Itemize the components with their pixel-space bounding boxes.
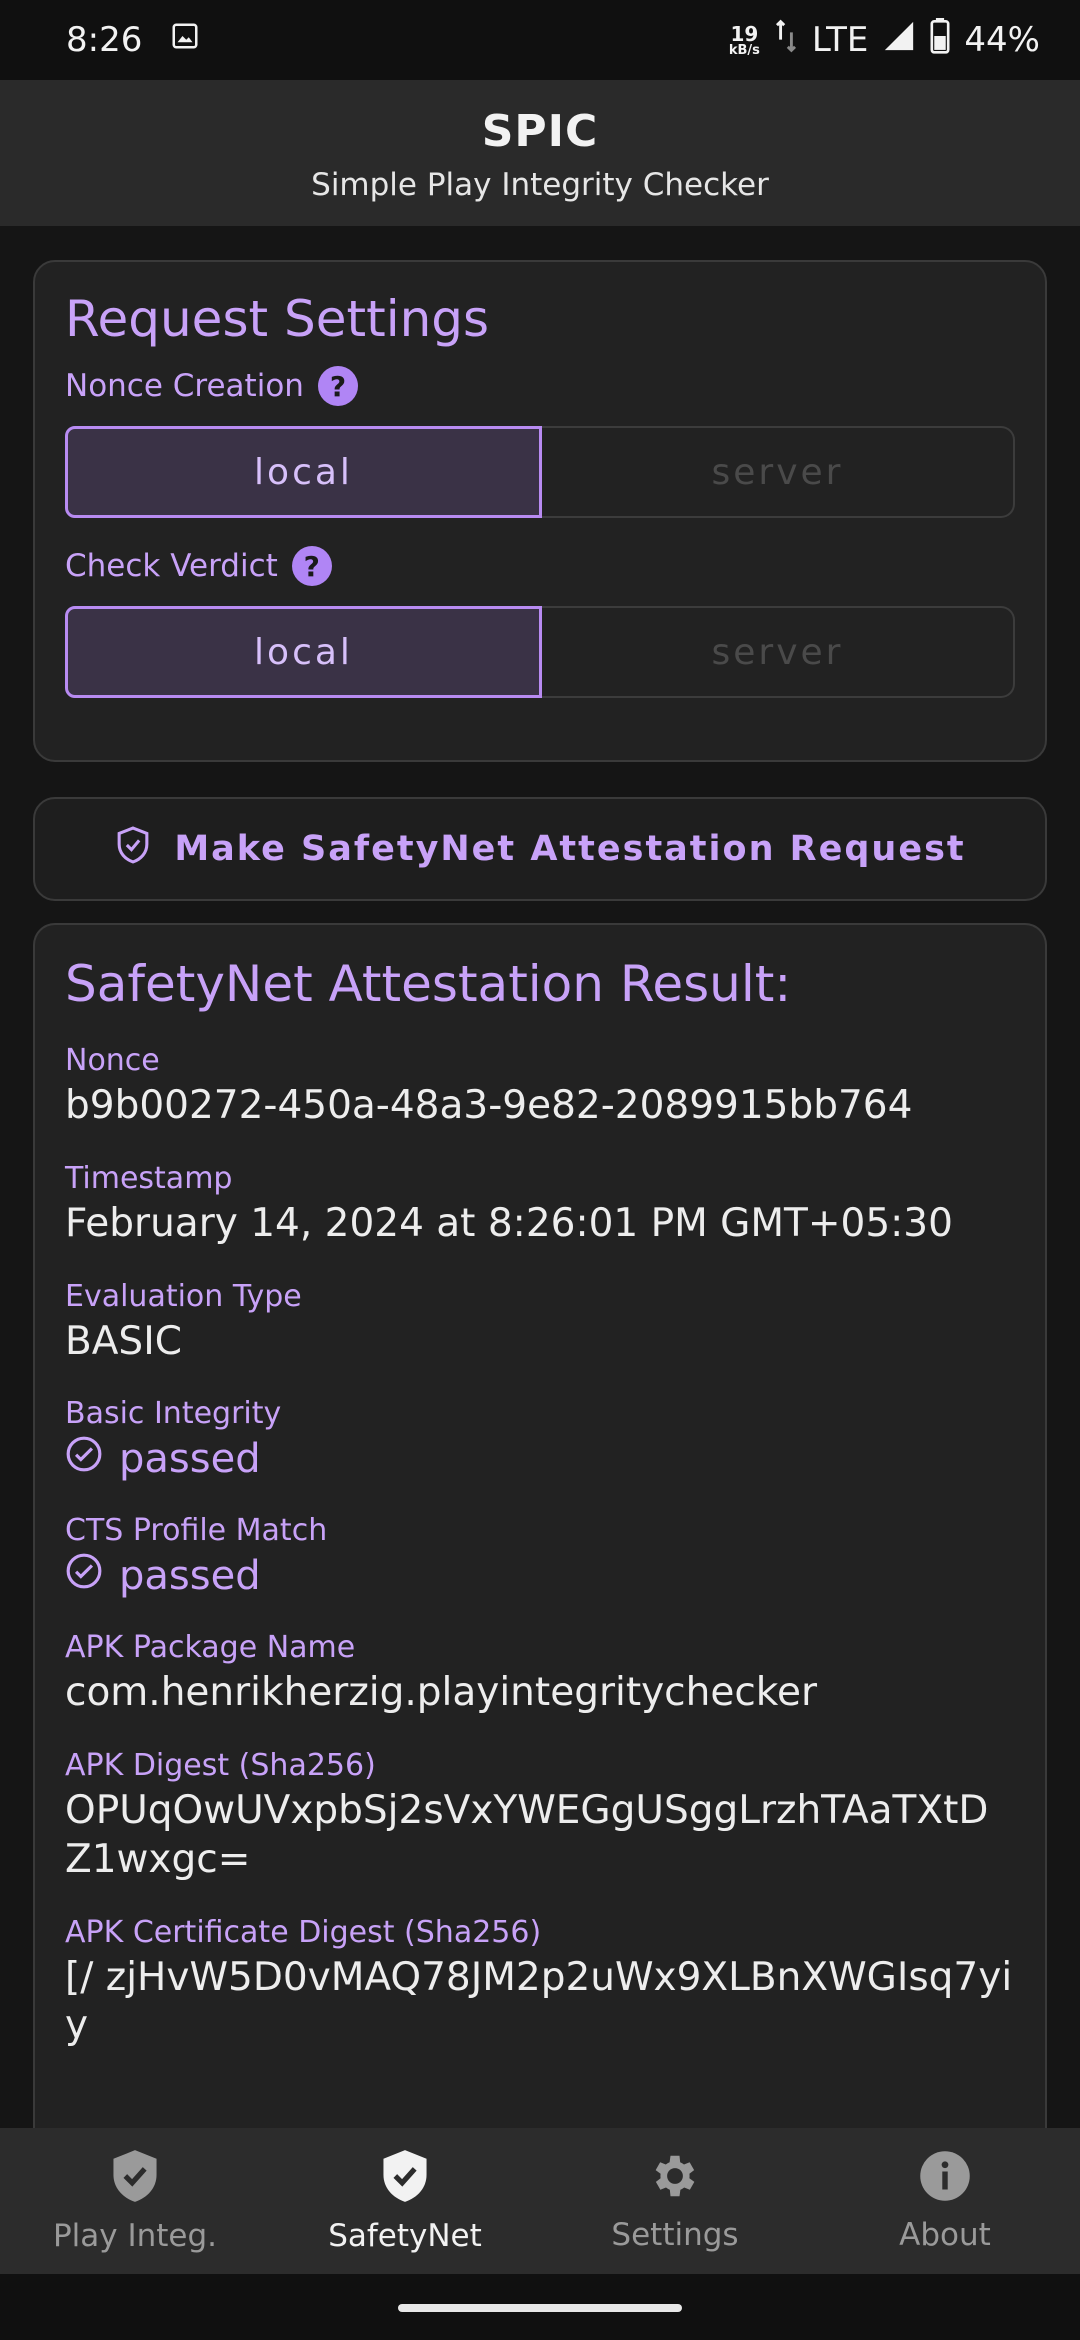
status-bar: 8:26 19 kB/s LTE 44% [0, 0, 1080, 80]
result-field-nonce: Nonce b9b00272-450a-48a3-9e82-2089915bb7… [65, 1043, 913, 1128]
request-settings-card: Request Settings Nonce Creation ? local … [33, 260, 1047, 762]
app-subtitle: Simple Play Integrity Checker [311, 167, 769, 203]
bottom-navigation: Play Integ. SafetyNet Settings About [0, 2128, 1080, 2274]
result-field-apk-digest: APK Digest (Sha256) OPUqOwUVxpbSj2sVxYWE… [65, 1748, 989, 1882]
battery-icon [930, 17, 950, 63]
result-field-evaluation-type: Evaluation Type BASIC [65, 1278, 302, 1364]
verdict-local-option[interactable]: local [65, 606, 542, 698]
help-icon[interactable]: ? [291, 546, 332, 586]
nonce-creation-label: Nonce Creation ? [65, 366, 1015, 406]
gesture-navigation-area [0, 2274, 1080, 2340]
status-time: 8:26 [66, 20, 143, 60]
nonce-server-option[interactable]: server [542, 426, 1015, 518]
make-safetynet-request-button[interactable]: Make SafetyNet Attestation Request [33, 797, 1047, 901]
network-speed: 19 kB/s [728, 21, 760, 58]
nav-item-settings[interactable]: Settings [540, 2128, 810, 2274]
shield-check-icon [114, 825, 152, 874]
nav-item-about[interactable]: About [810, 2128, 1080, 2274]
attestation-result-card: SafetyNet Attestation Result: Nonce b9b0… [33, 923, 1047, 2223]
status-passed: passed [65, 1435, 1015, 1483]
result-field-apk-package-name: APK Package Name com.henrikherzig.playin… [65, 1630, 818, 1716]
battery-percent: 44% [964, 20, 1040, 60]
shield-check-icon [109, 2148, 161, 2208]
check-circle-icon [65, 1435, 103, 1483]
network-type: LTE [811, 20, 869, 60]
check-verdict-label: Check Verdict ? [65, 546, 1015, 586]
status-passed: passed [65, 1552, 1015, 1600]
check-circle-icon [65, 1552, 103, 1600]
signal-icon [882, 19, 916, 62]
info-icon [918, 2149, 972, 2207]
result-title: SafetyNet Attestation Result: [65, 955, 792, 1013]
shield-check-icon [379, 2148, 431, 2208]
request-settings-title: Request Settings [65, 290, 490, 348]
result-field-apk-certificate-digest: APK Certificate Digest (Sha256) [/ zjHvW… [65, 1914, 1013, 2049]
result-field-basic-integrity: Basic Integrity passed [65, 1396, 1015, 1483]
image-notification-icon [170, 20, 200, 60]
app-bar: SPIC Simple Play Integrity Checker [0, 80, 1080, 226]
help-icon[interactable]: ? [317, 366, 358, 406]
nav-item-safetynet[interactable]: SafetyNet [270, 2128, 540, 2274]
gear-icon [648, 2149, 702, 2207]
nav-item-play-integrity[interactable]: Play Integ. [0, 2128, 270, 2274]
result-field-timestamp: Timestamp February 14, 2024 at 8:26:01 P… [65, 1160, 953, 1246]
result-field-cts-profile-match: CTS Profile Match passed [65, 1513, 1015, 1600]
verdict-server-option[interactable]: server [542, 606, 1015, 698]
check-verdict-toggle: local server [65, 606, 1015, 698]
data-transfer-icon [774, 18, 798, 63]
request-button-label: Make SafetyNet Attestation Request [174, 829, 966, 869]
app-title: SPIC [481, 106, 599, 157]
nonce-local-option[interactable]: local [65, 426, 542, 518]
nonce-creation-toggle: local server [65, 426, 1015, 518]
gesture-handle[interactable] [398, 2304, 682, 2312]
